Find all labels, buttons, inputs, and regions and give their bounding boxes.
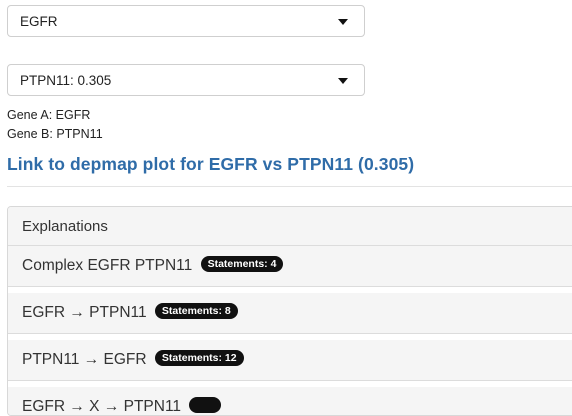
explanations-panel: Explanations Complex EGFR PTPN11 Stateme… xyxy=(7,206,572,416)
gene-a-label: Gene A: EGFR xyxy=(7,108,91,122)
explanation-item[interactable]: PTPN11 → EGFR Statements: 12 xyxy=(8,340,572,381)
statements-badge xyxy=(189,396,221,413)
gene-b-select-value: PTPN11: 0.305 xyxy=(20,73,112,88)
depmap-plot-link[interactable]: Link to depmap plot for EGFR vs PTPN11 (… xyxy=(7,154,414,175)
explanation-label: EGFR → X → PTPN11 xyxy=(22,398,182,415)
statements-badge: Statements: 4 xyxy=(200,255,284,272)
gene-b-select[interactable]: PTPN11: 0.305 xyxy=(7,64,365,96)
explanation-label: Complex EGFR PTPN11 xyxy=(22,257,193,274)
gene-b-label: Gene B: PTPN11 xyxy=(7,127,103,141)
explanation-item[interactable]: Complex EGFR PTPN11 Statements: 4 xyxy=(8,246,572,287)
chevron-down-icon[interactable] xyxy=(338,78,348,84)
divider xyxy=(7,186,572,187)
explanation-item[interactable]: EGFR → PTPN11 Statements: 8 xyxy=(8,293,572,334)
gene-a-select[interactable]: EGFR xyxy=(7,5,365,37)
statements-badge: Statements: 12 xyxy=(154,349,244,366)
statements-badge: Statements: 8 xyxy=(154,302,238,319)
gene-a-select-value: EGFR xyxy=(20,14,58,29)
explanation-label: EGFR → PTPN11 xyxy=(22,304,147,321)
explanations-header: Explanations xyxy=(8,207,572,246)
explanations-title: Explanations xyxy=(22,218,108,235)
chevron-down-icon[interactable] xyxy=(338,19,348,25)
explanation-label: PTPN11 → EGFR xyxy=(22,351,147,368)
